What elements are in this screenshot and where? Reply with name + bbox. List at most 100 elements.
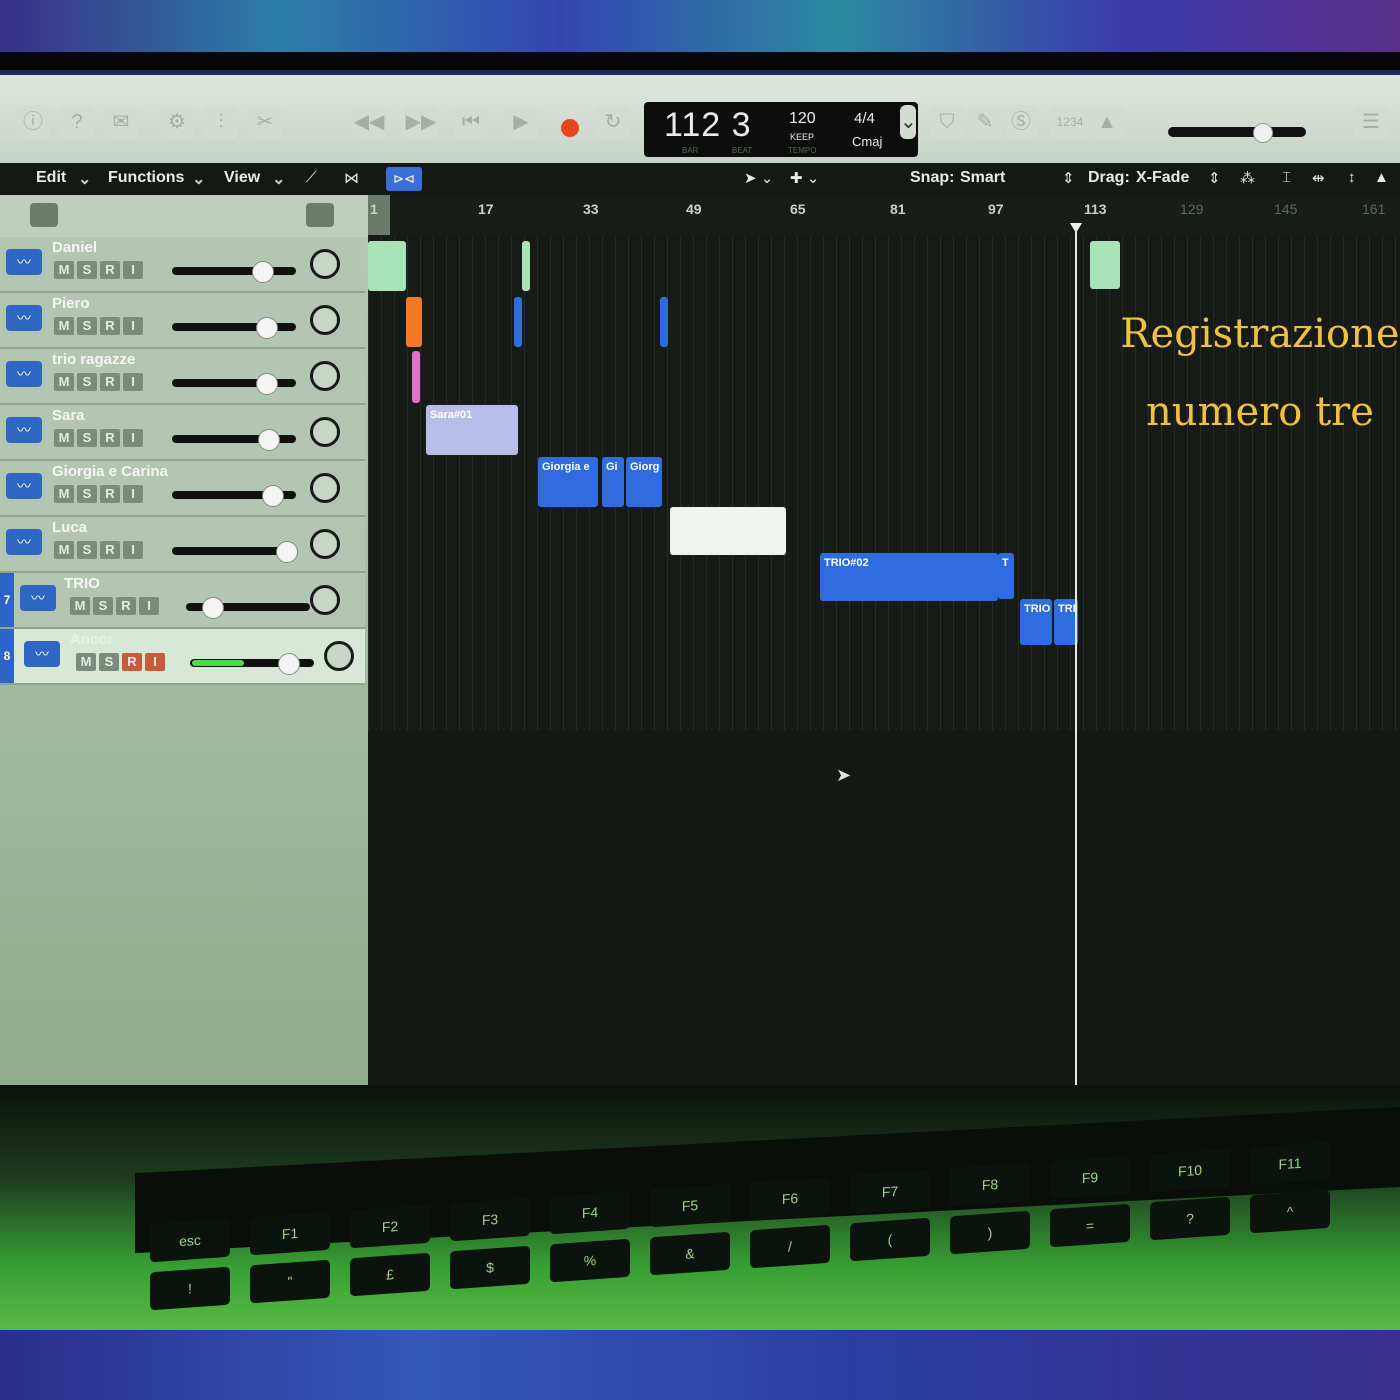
region-sara[interactable]: Sara#01 — [426, 405, 518, 455]
lcd-display[interactable]: 112 3 BAR BEAT 120 KEEP TEMPO 4/4 Cmaj — [644, 102, 918, 157]
region-trio-ragazze[interactable] — [412, 351, 420, 403]
track-row[interactable]: 〰 Giorgia e Carina MSRI — [0, 461, 365, 517]
input-monitor-button[interactable]: I — [123, 541, 143, 559]
record-enable-button[interactable]: R — [116, 597, 136, 615]
help-icon[interactable]: ? — [60, 105, 94, 139]
region-piero[interactable] — [514, 297, 522, 347]
pan-knob[interactable] — [310, 361, 340, 391]
scroll-icon[interactable]: ↕ — [1348, 169, 1356, 186]
bell-icon[interactable]: ▲ — [1374, 169, 1389, 186]
cycle-icon[interactable]: ↻ — [596, 105, 630, 139]
region-trio[interactable]: TRIO#02 — [820, 553, 998, 601]
track-name[interactable]: trio ragazze — [52, 351, 135, 368]
solo-button[interactable]: S — [77, 261, 97, 279]
volume-fader-knob[interactable] — [278, 653, 300, 675]
snap-stepper-icon[interactable]: ⇕ — [1062, 169, 1075, 187]
solo-mode-icon[interactable]: Ⓢ — [1004, 105, 1038, 139]
region-daniel[interactable] — [522, 241, 530, 291]
duplicate-track-icon[interactable] — [30, 203, 58, 227]
record-button[interactable] — [561, 119, 579, 137]
pointer-tool-icon[interactable]: ➤ ⌄ — [744, 169, 773, 187]
input-monitor-button[interactable]: I — [145, 653, 165, 671]
waveform-zoom-icon[interactable]: ⁂ — [1240, 169, 1255, 187]
volume-fader-knob[interactable] — [258, 429, 280, 451]
tuner-icon[interactable]: ⛉ — [930, 105, 964, 139]
functions-menu[interactable]: Functions — [108, 169, 184, 187]
input-monitor-button[interactable]: I — [123, 317, 143, 335]
pan-knob[interactable] — [310, 473, 340, 503]
volume-fader-knob[interactable] — [262, 485, 284, 507]
mute-button[interactable]: M — [76, 653, 96, 671]
track-name[interactable]: Piero — [52, 295, 90, 312]
drag-stepper-icon[interactable]: ⇕ — [1208, 169, 1221, 187]
pan-knob[interactable] — [310, 417, 340, 447]
edit-menu[interactable]: Edit — [36, 169, 66, 187]
record-enable-button[interactable]: R — [100, 485, 120, 503]
horizontal-zoom-icon[interactable]: ⇹ — [1312, 169, 1325, 187]
region-ancor[interactable]: TRIO — [1020, 599, 1052, 645]
record-enable-button[interactable]: R — [100, 317, 120, 335]
solo-button[interactable]: S — [99, 653, 119, 671]
region-piero[interactable] — [406, 297, 422, 347]
volume-fader-knob[interactable] — [276, 541, 298, 563]
volume-fader-knob[interactable] — [256, 373, 278, 395]
pan-knob[interactable] — [310, 249, 340, 279]
mute-button[interactable]: M — [54, 317, 74, 335]
record-enable-button[interactable]: R — [100, 429, 120, 447]
record-enable-button[interactable]: R — [122, 653, 142, 671]
master-volume-knob[interactable] — [1253, 123, 1273, 143]
region-trio[interactable]: T — [998, 553, 1014, 599]
solo-button[interactable]: S — [93, 597, 113, 615]
solo-button[interactable]: S — [77, 541, 97, 559]
automation-icon[interactable]: ⟋ — [306, 169, 317, 186]
region-giorgia[interactable]: Giorgia e — [538, 457, 598, 507]
catch-playhead-icon[interactable]: ⊳⊲ — [386, 167, 422, 191]
track-name[interactable]: Daniel — [52, 239, 97, 256]
solo-button[interactable]: S — [77, 317, 97, 335]
master-volume-slider[interactable] — [1168, 127, 1306, 137]
track-name[interactable]: Ancor — [70, 631, 113, 648]
lcd-menu-chevron-icon[interactable]: ⌄ — [900, 105, 917, 139]
mute-button[interactable]: M — [70, 597, 90, 615]
marquee-tool-icon[interactable]: ✚ ⌄ — [790, 169, 819, 187]
region-giorgia[interactable]: Gi — [602, 457, 624, 507]
solo-button[interactable]: S — [77, 485, 97, 503]
snap-select[interactable]: Smart — [960, 169, 1005, 187]
track-name[interactable]: TRIO — [64, 575, 100, 592]
track-name[interactable]: Giorgia e Carina — [52, 463, 168, 480]
go-to-start-icon[interactable]: ⏮ — [454, 105, 488, 139]
flex-icon[interactable]: ⋈ — [344, 169, 359, 187]
input-monitor-button[interactable]: I — [123, 429, 143, 447]
mute-button[interactable]: M — [54, 261, 74, 279]
track-row[interactable]: 〰 trio ragazze MSRI — [0, 349, 365, 405]
pencil-icon[interactable]: ✎ — [968, 105, 1002, 139]
track-row[interactable]: 〰 Piero MSRI — [0, 293, 365, 349]
solo-button[interactable]: S — [77, 429, 97, 447]
metronome-icon[interactable]: ▲ — [1090, 105, 1124, 139]
library-icon[interactable]: ⓘ — [16, 105, 50, 139]
rewind-icon[interactable]: ◀◀ — [352, 105, 386, 139]
pan-knob[interactable] — [324, 641, 354, 671]
region-daniel[interactable] — [368, 241, 406, 291]
mute-button[interactable]: M — [54, 541, 74, 559]
list-editors-icon[interactable]: ☰ — [1354, 105, 1388, 139]
volume-fader-knob[interactable] — [256, 317, 278, 339]
pan-knob[interactable] — [310, 529, 340, 559]
bar-ruler[interactable]: 1 17 33 49 65 81 97 113 129 145 161 — [368, 195, 1400, 235]
record-enable-button[interactable]: R — [100, 373, 120, 391]
play-icon[interactable]: ▶ — [504, 105, 538, 139]
empty-track-area[interactable] — [368, 731, 1400, 1085]
track-row-selected[interactable]: 8 〰 Ancor MSRI — [0, 629, 365, 685]
region-piero[interactable] — [660, 297, 668, 347]
drag-select[interactable]: X-Fade — [1136, 169, 1189, 187]
inbox-icon[interactable]: ✉ — [104, 105, 138, 139]
scissors-icon[interactable]: ✂ — [248, 105, 282, 139]
solo-button[interactable]: S — [77, 373, 97, 391]
track-row[interactable]: 〰 Sara MSRI — [0, 405, 365, 461]
mute-button[interactable]: M — [54, 373, 74, 391]
input-monitor-button[interactable]: I — [139, 597, 159, 615]
track-row[interactable]: 〰 Daniel MSRI — [0, 237, 365, 293]
input-monitor-button[interactable]: I — [123, 485, 143, 503]
fast-forward-icon[interactable]: ▶▶ — [404, 105, 438, 139]
track-name[interactable]: Sara — [52, 407, 85, 424]
